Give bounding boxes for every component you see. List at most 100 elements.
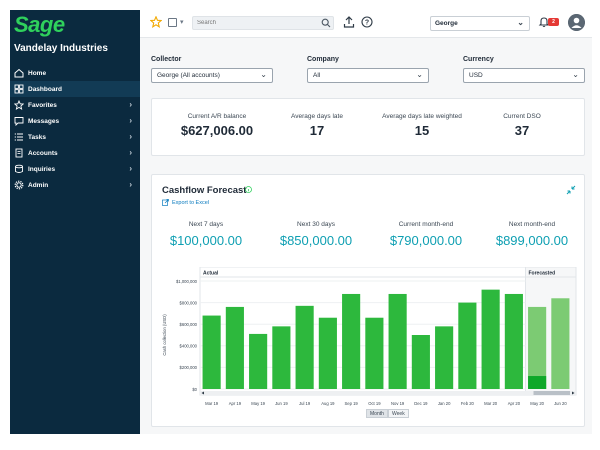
- cf-kpi-current-month-end: Current month-end $790,000.00: [376, 221, 476, 248]
- company-select[interactable]: All ⌄: [307, 68, 429, 83]
- notification-badge: 2: [548, 18, 559, 26]
- cf-kpi-next-month-end: Next month-end $899,000.00: [482, 221, 582, 248]
- sidebar-item-home[interactable]: Home: [10, 65, 140, 81]
- chevron-right-icon: ›: [129, 116, 132, 125]
- month-toggle-button[interactable]: Month: [366, 409, 388, 418]
- collector-select[interactable]: George (All accounts) ⌄: [151, 68, 273, 83]
- y-axis-label: Cash collection (USD): [162, 314, 167, 356]
- favorite-star-icon[interactable]: [150, 16, 162, 28]
- bar-actual: [458, 302, 477, 389]
- collapse-icon[interactable]: [566, 185, 576, 195]
- y-tick-label: $600,000: [180, 322, 198, 327]
- currency-select[interactable]: USD ⌄: [463, 68, 585, 83]
- x-tick-label: Jul 19: [299, 401, 311, 406]
- help-icon[interactable]: ?: [361, 16, 373, 28]
- sidebar-item-label: Accounts: [28, 149, 58, 157]
- sidebar-item-dashboard[interactable]: Dashboard: [10, 81, 140, 97]
- sidebar-item-favorites[interactable]: Favorites ›: [10, 97, 140, 113]
- kpi-current-dso: Current DSO 37: [482, 113, 562, 138]
- x-tick-label: Jun 19: [275, 401, 288, 406]
- export-to-excel-link[interactable]: Export to Excel: [162, 199, 209, 206]
- kpi-label: Average days late: [291, 113, 343, 120]
- select-checkbox[interactable]: [168, 18, 177, 27]
- accounts-icon: [15, 148, 23, 158]
- cf-kpi-label: Next 7 days: [188, 221, 224, 228]
- sidebar-item-label: Inquiries: [28, 165, 56, 173]
- gear-icon: [14, 180, 24, 190]
- y-tick-label: $1,000,000: [176, 279, 198, 284]
- chevron-right-icon: ›: [129, 100, 132, 109]
- cf-kpi-value: $850,000.00: [279, 233, 353, 248]
- kpi-ar-balance: Current A/R balance $627,006.00: [172, 113, 262, 138]
- x-tick-label: Jun 20: [554, 401, 567, 406]
- home-icon: [14, 68, 24, 78]
- chevron-down-icon[interactable]: ▾: [180, 18, 184, 26]
- user-select-value: George: [435, 20, 458, 27]
- cf-kpi-next-30-days: Next 30 days $850,000.00: [266, 221, 366, 248]
- x-tick-label: Apr 20: [508, 401, 521, 406]
- upload-icon[interactable]: [343, 16, 355, 28]
- user-select[interactable]: George ⌄: [430, 16, 530, 31]
- kpi-value: 17: [309, 123, 325, 138]
- search-icon[interactable]: [321, 18, 331, 28]
- sidebar-item-label: Tasks: [28, 133, 46, 141]
- bar-actual: [411, 335, 430, 389]
- chevron-down-icon: ⌄: [572, 70, 579, 79]
- bar-actual: [435, 326, 454, 389]
- bar-actual: [272, 326, 291, 389]
- chevron-down-icon: ⌄: [416, 70, 423, 79]
- chevron-right-icon: ›: [129, 148, 132, 157]
- company-value: All: [313, 72, 321, 79]
- x-tick-label: Oct 19: [368, 401, 381, 406]
- sidebar-item-inquiries[interactable]: Inquiries ›: [10, 161, 140, 177]
- sidebar-item-admin[interactable]: Admin ›: [10, 177, 140, 193]
- bar-forecast: [551, 298, 570, 389]
- chart-scrollbar-track[interactable]: [200, 391, 576, 395]
- kpi-value: 15: [414, 123, 430, 138]
- bar-actual: [365, 317, 384, 389]
- collector-value: George (All accounts): [157, 72, 220, 79]
- cf-kpi-label: Next month-end: [508, 221, 556, 228]
- bar-actual: [202, 315, 221, 389]
- cf-kpi-value: $899,000.00: [495, 233, 569, 248]
- x-tick-label: Feb 20: [461, 401, 475, 406]
- sage-logo[interactable]: Sage: [14, 12, 65, 38]
- search-input[interactable]: [192, 16, 334, 30]
- x-tick-label: May 20: [530, 401, 544, 406]
- x-tick-label: May 19: [251, 401, 265, 406]
- bar-actual: [249, 333, 268, 389]
- sidebar-item-tasks[interactable]: Tasks ›: [10, 129, 140, 145]
- star-icon: [14, 100, 24, 110]
- kpi-avg-days-late: Average days late 17: [272, 113, 362, 138]
- sidebar-item-label: Messages: [28, 117, 60, 125]
- bar-actual: [504, 293, 523, 389]
- sidebar-item-messages[interactable]: Messages ›: [10, 113, 140, 129]
- sidebar: Sage Vandelay Industries Home Dashboard Fa…: [10, 10, 140, 434]
- chevron-right-icon: ›: [129, 132, 132, 141]
- user-avatar[interactable]: [568, 14, 585, 31]
- message-icon: [14, 117, 24, 126]
- y-tick-label: $800,000: [180, 300, 198, 305]
- bar-actual: [481, 289, 500, 389]
- company-label: Company: [307, 56, 339, 63]
- chart-scrollbar-thumb[interactable]: [533, 391, 571, 395]
- cf-kpi-value: $100,000.00: [169, 233, 243, 248]
- x-tick-label: Mar 20: [484, 401, 498, 406]
- info-icon[interactable]: [245, 186, 252, 193]
- kpi-label: Current A/R balance: [187, 113, 247, 120]
- company-name: Vandelay Industries: [14, 43, 108, 54]
- svg-text:?: ?: [365, 20, 369, 27]
- tasks-icon: [14, 133, 23, 141]
- y-tick-label: $200,000: [180, 365, 198, 370]
- y-tick-label: $0: [192, 387, 197, 392]
- x-tick-label: Apr 19: [229, 401, 242, 406]
- kpi-label: Average days late weighted: [382, 113, 462, 120]
- currency-label: Currency: [463, 56, 494, 63]
- export-icon: [162, 199, 169, 206]
- kpi-value: 37: [514, 123, 530, 138]
- y-tick-label: $400,000: [180, 344, 198, 349]
- sidebar-item-accounts[interactable]: Accounts ›: [10, 145, 140, 161]
- chevron-down-icon: ⌄: [260, 70, 267, 79]
- week-toggle-button[interactable]: Week: [388, 409, 409, 418]
- x-tick-label: Sep 19: [344, 401, 358, 406]
